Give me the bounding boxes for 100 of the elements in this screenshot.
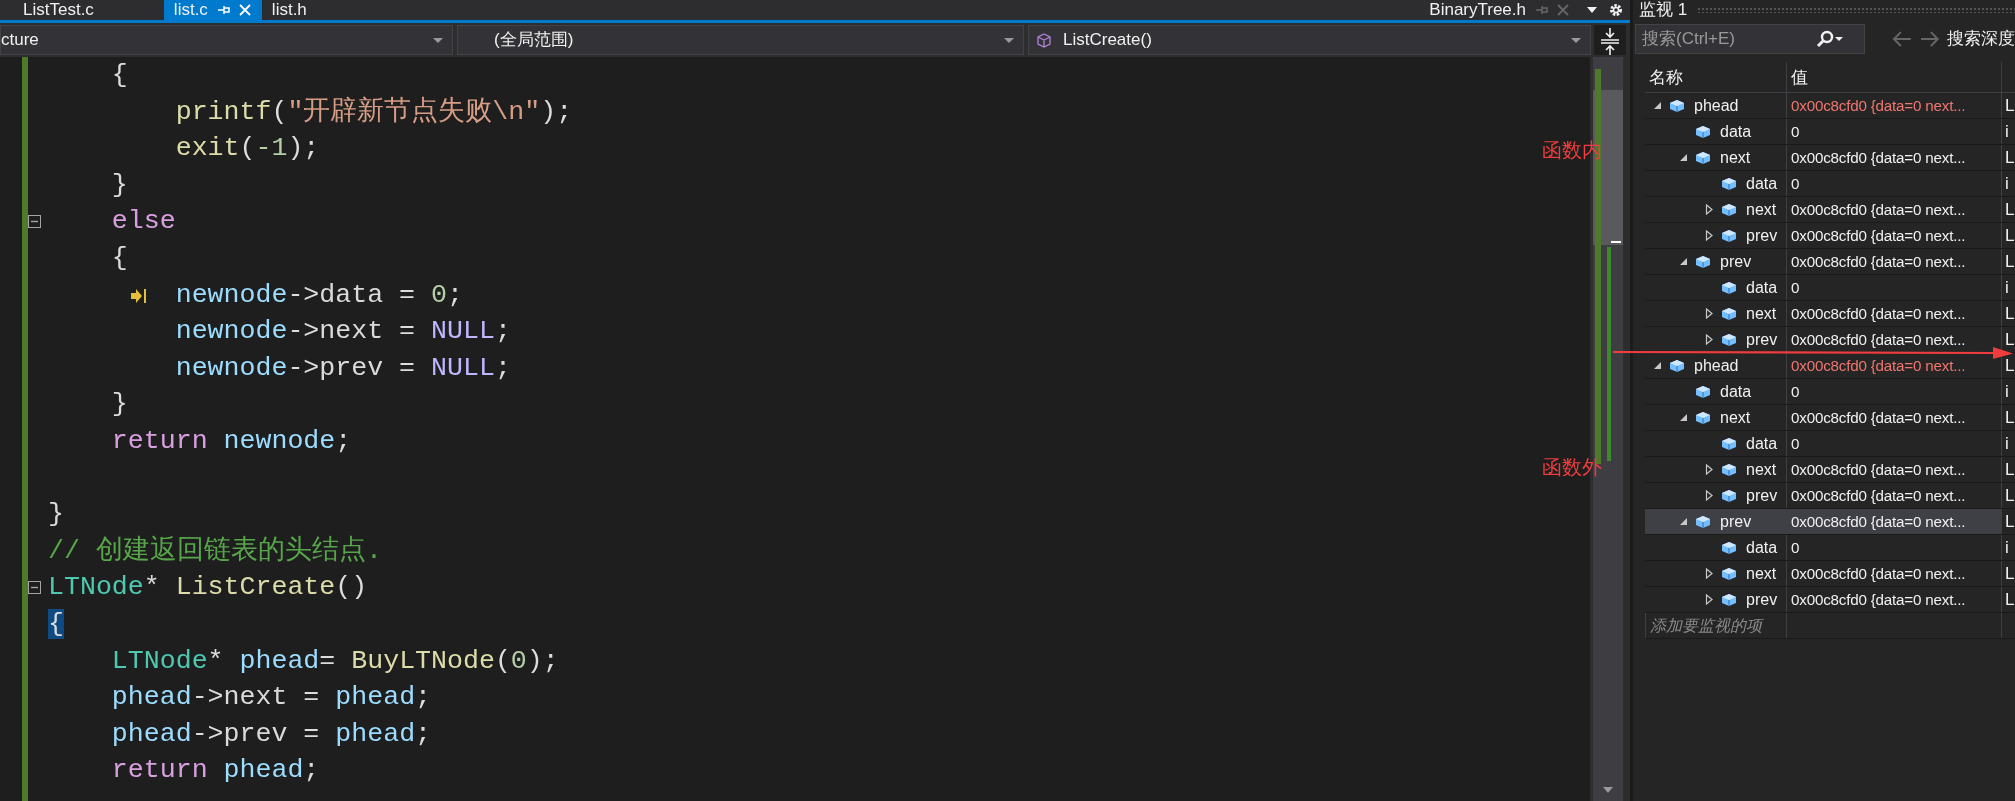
collapse-icon[interactable] xyxy=(1679,153,1688,162)
splitter-icon xyxy=(1598,25,1622,57)
watch-name-cell[interactable]: data xyxy=(1645,171,1787,196)
column-header[interactable]: 值 xyxy=(1787,62,2002,92)
add-watch-field[interactable]: 添加要监视的项 xyxy=(1645,613,1787,638)
watch-type-cell: L xyxy=(2005,564,2015,583)
collapse-icon[interactable] xyxy=(1679,517,1688,526)
watch-type-cell: L xyxy=(2005,304,2015,323)
column-header[interactable]: 名称 xyxy=(1645,62,1787,92)
split-button[interactable] xyxy=(1594,25,1626,55)
expand-icon[interactable] xyxy=(1705,490,1714,501)
watch-name-cell[interactable]: prev xyxy=(1645,483,1787,508)
watch-value-cell: 0 xyxy=(1787,275,2002,300)
variable-icon xyxy=(1721,540,1737,555)
scope-dropdown[interactable]: (全局范围) xyxy=(457,25,1024,55)
watch-value-cell: 0x00c8cfd0 {data=0 next... xyxy=(1787,587,2002,612)
expand-icon[interactable] xyxy=(1705,464,1714,475)
variable-icon xyxy=(1695,514,1711,529)
watch-type-cell: L xyxy=(2005,200,2015,219)
watch-name-cell[interactable]: next xyxy=(1645,405,1787,430)
caret-icon xyxy=(1570,36,1582,44)
watch-name-cell[interactable]: next xyxy=(1645,457,1787,482)
watch-value-cell: 0 xyxy=(1787,535,2002,560)
expand-icon[interactable] xyxy=(1705,230,1714,241)
watch-name-cell[interactable]: next xyxy=(1645,301,1787,326)
collapse-icon[interactable] xyxy=(28,215,41,229)
variable-icon xyxy=(1721,566,1737,581)
watch-name-cell[interactable]: data xyxy=(1645,535,1787,560)
project-dropdown[interactable]: cture xyxy=(0,25,453,55)
back-icon[interactable] xyxy=(1891,29,1914,49)
code-line: } xyxy=(111,168,128,202)
expand-icon[interactable] xyxy=(1705,308,1714,319)
watch-name-cell[interactable]: next xyxy=(1645,561,1787,586)
watch-value-cell: 0x00c8cfd0 {data=0 next... xyxy=(1787,561,2002,586)
variable-icon xyxy=(1695,124,1711,139)
search-box[interactable]: 搜索(Ctrl+E) xyxy=(1635,24,1866,54)
file-tab[interactable]: list.h xyxy=(261,0,317,20)
collapse-icon[interactable] xyxy=(1679,413,1688,422)
watch-name-cell[interactable]: phead xyxy=(1645,353,1787,378)
watch-type-cell: i xyxy=(2005,434,2009,453)
watch-name-cell[interactable]: data xyxy=(1645,275,1787,300)
caret-icon[interactable] xyxy=(1834,36,1844,42)
expand-icon[interactable] xyxy=(1705,568,1714,579)
search-field[interactable]: 搜索(Ctrl+E) xyxy=(1636,25,1816,53)
forward-icon[interactable] xyxy=(1919,29,1941,49)
panel-title: 监视 1 xyxy=(1639,0,1688,20)
watch-value-cell: 0 xyxy=(1787,119,2002,144)
variable-icon xyxy=(1721,436,1737,451)
file-tab[interactable]: ListTest.c xyxy=(13,0,104,20)
collapse-icon[interactable] xyxy=(28,581,41,595)
code-line: { xyxy=(111,241,128,275)
file-tab[interactable]: list.c xyxy=(163,0,262,20)
watch-value-cell: 0x00c8cfd0 {data=0 next... xyxy=(1787,145,2002,170)
variable-icon xyxy=(1721,176,1737,191)
watch-name-cell[interactable]: data xyxy=(1645,379,1787,404)
watch-name-cell[interactable]: next xyxy=(1645,145,1787,170)
variable-icon xyxy=(1721,488,1737,503)
watch-name-cell[interactable]: prev xyxy=(1645,249,1787,274)
search-depth-label: 搜索深度 xyxy=(1947,28,2015,51)
code-line: } xyxy=(48,498,64,532)
watch-value-cell: 0 xyxy=(1787,171,2002,196)
watch-type-cell: L xyxy=(2005,96,2015,115)
watch-name-cell[interactable]: next xyxy=(1645,197,1787,222)
watch-value-cell: 0x00c8cfd0 {data=0 next... xyxy=(1787,223,2002,248)
settings-icon[interactable] xyxy=(1608,2,1624,18)
watch-type-cell: L xyxy=(2005,252,2015,271)
watch-name-cell[interactable]: phead xyxy=(1645,93,1787,118)
expand-icon[interactable] xyxy=(1705,594,1714,605)
pin-icon[interactable] xyxy=(215,4,230,16)
collapse-icon[interactable] xyxy=(1653,361,1662,370)
watch-name-cell[interactable]: data xyxy=(1645,431,1787,456)
watch-name-cell[interactable]: data xyxy=(1645,119,1787,144)
watch-type-cell: L xyxy=(2005,226,2015,245)
code-line: LTNode* ListCreate() xyxy=(48,571,368,605)
variable-icon xyxy=(1695,254,1711,269)
search-icon[interactable] xyxy=(1816,30,1834,48)
code-line: newnode->next = NULL; xyxy=(175,315,511,349)
watch-name-cell[interactable]: prev xyxy=(1645,223,1787,248)
collapse-icon[interactable] xyxy=(1653,101,1662,110)
expand-icon[interactable] xyxy=(1705,334,1714,345)
variable-icon xyxy=(1721,306,1737,321)
watch-type-cell: i xyxy=(2005,174,2009,193)
caret-icon xyxy=(1003,36,1015,44)
watch-type-cell: L xyxy=(2005,356,2015,375)
watch-name-cell[interactable]: prev xyxy=(1645,509,1787,534)
expand-icon[interactable] xyxy=(1705,204,1714,215)
watch-value-cell: 0x00c8cfd0 {data=0 next... xyxy=(1787,457,2002,482)
annotation-label: 函数内 xyxy=(1542,138,1602,163)
code-line: else xyxy=(111,205,176,239)
collapse-icon[interactable] xyxy=(1679,257,1688,266)
close-icon[interactable] xyxy=(1556,3,1570,17)
preview-tab[interactable]: BinaryTree.h xyxy=(1419,0,1580,20)
caret-icon xyxy=(432,36,444,44)
member-dropdown[interactable]: ListCreate() xyxy=(1028,25,1591,55)
code-line: { xyxy=(111,59,128,92)
watch-type-cell: i xyxy=(2005,538,2009,557)
watch-type-cell: L xyxy=(2005,330,2015,349)
watch-name-cell[interactable]: prev xyxy=(1645,587,1787,612)
watch-name-cell[interactable]: prev xyxy=(1645,327,1787,352)
watch-type-cell: L xyxy=(2005,408,2015,427)
